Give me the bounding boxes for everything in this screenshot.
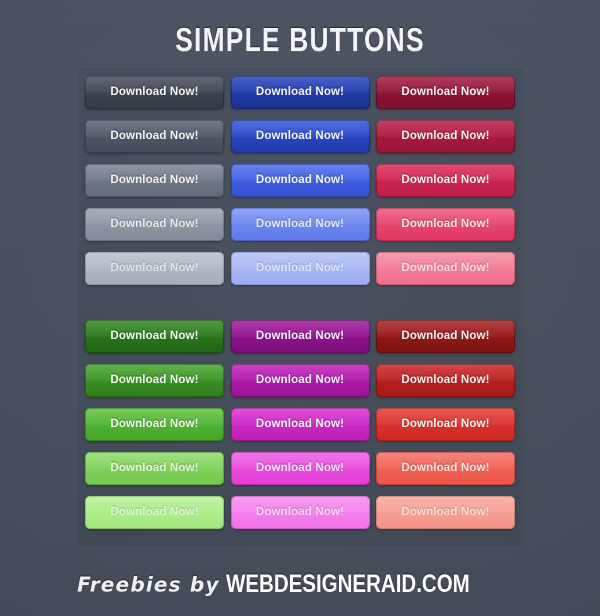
- button-label: Download Now!: [255, 506, 345, 518]
- button-green-2[interactable]: Download Now!: [85, 364, 224, 397]
- button-label: Download Now!: [401, 130, 490, 142]
- button-magenta-5[interactable]: Download Now!: [230, 496, 370, 529]
- button-red-2[interactable]: Download Now!: [376, 364, 515, 397]
- button-label: Download Now!: [255, 174, 345, 186]
- button-row: Download Now! Download Now! Download Now!: [85, 320, 515, 364]
- button-crimson-2[interactable]: Download Now!: [376, 120, 515, 153]
- button-label: Download Now!: [110, 174, 199, 186]
- footer: Freebies by WEBDESIGNERAID.COM: [0, 570, 600, 599]
- button-gray-1[interactable]: Download Now!: [85, 76, 224, 109]
- button-label: Download Now!: [401, 86, 490, 98]
- button-label: Download Now!: [401, 174, 490, 186]
- button-label: Download Now!: [110, 86, 199, 98]
- button-gray-4[interactable]: Download Now!: [85, 208, 224, 241]
- button-row: Download Now! Download Now! Download Now!: [85, 208, 515, 252]
- button-blue-5[interactable]: Download Now!: [230, 252, 370, 285]
- button-label: Download Now!: [401, 418, 490, 430]
- button-label: Download Now!: [401, 506, 490, 518]
- button-blue-2[interactable]: Download Now!: [230, 120, 370, 153]
- button-label: Download Now!: [255, 130, 345, 142]
- button-magenta-3[interactable]: Download Now!: [230, 408, 370, 441]
- button-label: Download Now!: [110, 262, 199, 274]
- button-label: Download Now!: [401, 218, 490, 230]
- button-green-4[interactable]: Download Now!: [85, 452, 224, 485]
- button-label: Download Now!: [401, 262, 490, 274]
- button-green-1[interactable]: Download Now!: [85, 320, 224, 353]
- button-label: Download Now!: [401, 374, 490, 386]
- page-title: SIMPLE BUTTONS: [175, 21, 425, 58]
- button-label: Download Now!: [255, 462, 345, 474]
- button-label: Download Now!: [255, 330, 345, 342]
- button-row: Download Now! Download Now! Download Now!: [85, 408, 515, 452]
- button-red-1[interactable]: Download Now!: [376, 320, 515, 353]
- button-group-green-magenta-red: Download Now! Download Now! Download Now! D…: [85, 320, 515, 540]
- footer-brand-text[interactable]: WEBDESIGNERAID.COM: [226, 570, 470, 599]
- button-row: Download Now! Download Now! Download Now!: [85, 164, 515, 208]
- button-row: Download Now! Download Now! Download Now!: [85, 252, 515, 296]
- button-magenta-4[interactable]: Download Now!: [230, 452, 370, 485]
- button-gray-3[interactable]: Download Now!: [85, 164, 224, 197]
- button-green-5[interactable]: Download Now!: [85, 496, 224, 529]
- button-red-3[interactable]: Download Now!: [376, 408, 515, 441]
- button-red-4[interactable]: Download Now!: [376, 452, 515, 485]
- button-label: Download Now!: [255, 218, 345, 230]
- button-label: Download Now!: [255, 374, 345, 386]
- footer-script-text: Freebies by: [77, 572, 220, 597]
- button-blue-4[interactable]: Download Now!: [230, 208, 370, 241]
- button-row: Download Now! Download Now! Download Now!: [85, 120, 515, 164]
- button-crimson-5[interactable]: Download Now!: [376, 252, 515, 285]
- button-label: Download Now!: [255, 86, 345, 98]
- button-label: Download Now!: [110, 506, 199, 518]
- button-crimson-4[interactable]: Download Now!: [376, 208, 515, 241]
- button-label: Download Now!: [255, 262, 345, 274]
- button-label: Download Now!: [110, 462, 199, 474]
- button-label: Download Now!: [255, 418, 345, 430]
- button-label: Download Now!: [110, 130, 199, 142]
- button-group-neutral-blue-crimson: Download Now! Download Now! Download Now! D…: [85, 76, 515, 296]
- button-row: Download Now! Download Now! Download Now!: [85, 76, 515, 120]
- button-label: Download Now!: [110, 218, 199, 230]
- button-crimson-3[interactable]: Download Now!: [376, 164, 515, 197]
- button-row: Download Now! Download Now! Download Now!: [85, 452, 515, 496]
- button-green-3[interactable]: Download Now!: [85, 408, 224, 441]
- button-red-5[interactable]: Download Now!: [376, 496, 515, 529]
- button-label: Download Now!: [110, 330, 199, 342]
- button-blue-3[interactable]: Download Now!: [230, 164, 370, 197]
- button-label: Download Now!: [401, 330, 490, 342]
- button-gray-2[interactable]: Download Now!: [85, 120, 224, 153]
- button-magenta-1[interactable]: Download Now!: [230, 320, 370, 353]
- button-label: Download Now!: [110, 418, 199, 430]
- button-blue-1[interactable]: Download Now!: [230, 76, 370, 109]
- button-label: Download Now!: [401, 462, 490, 474]
- button-label: Download Now!: [110, 374, 199, 386]
- button-crimson-1[interactable]: Download Now!: [376, 76, 515, 109]
- button-row: Download Now! Download Now! Download Now!: [85, 496, 515, 540]
- button-magenta-2[interactable]: Download Now!: [230, 364, 370, 397]
- button-gray-5[interactable]: Download Now!: [85, 252, 224, 285]
- button-row: Download Now! Download Now! Download Now!: [85, 364, 515, 408]
